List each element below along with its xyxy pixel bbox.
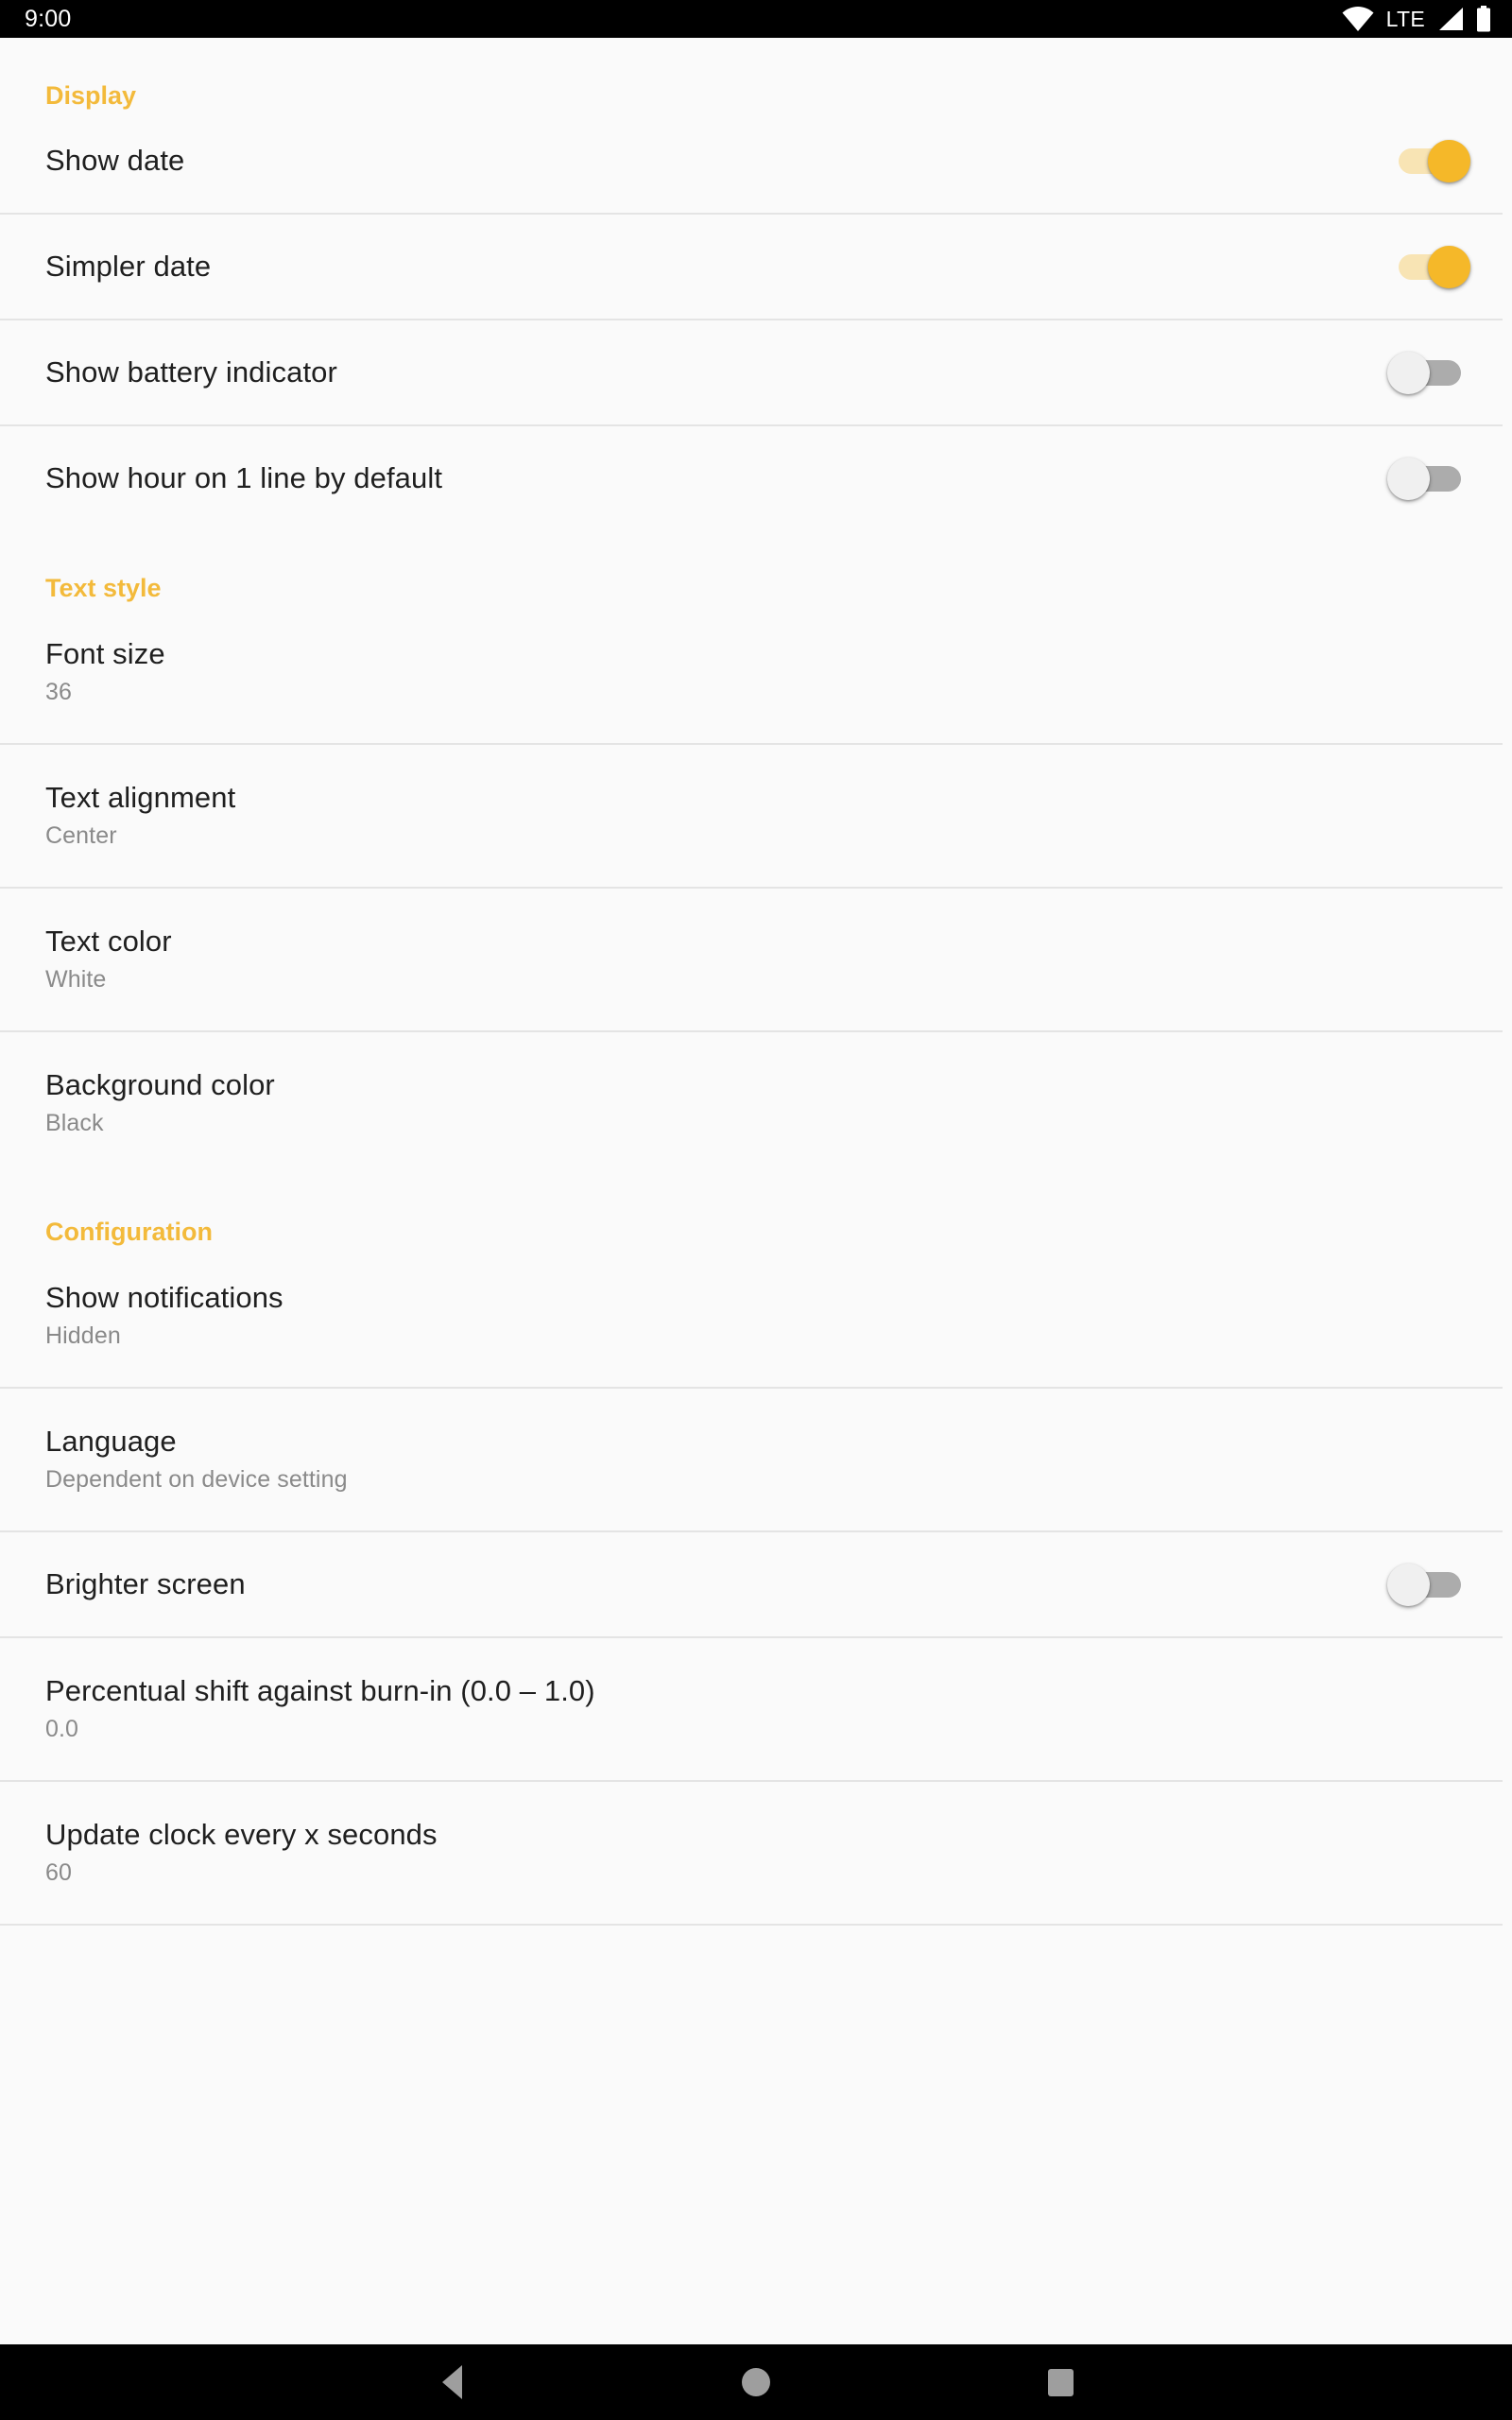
setting-row-text: Text alignment Center	[45, 782, 235, 849]
toggle-switch-show-date[interactable]	[1387, 134, 1470, 187]
setting-row-text: Simpler date	[45, 249, 212, 284]
status-bar-icons: LTE	[1342, 6, 1491, 32]
setting-row-show-date[interactable]: Show date	[0, 109, 1512, 213]
setting-summary: 60	[45, 1859, 73, 1887]
phone-screen: 9:00 LTE Display Show date Simpler date …	[0, 0, 1512, 2420]
toggle-thumb	[1387, 458, 1430, 500]
setting-title: Brighter screen	[45, 1566, 246, 1600]
setting-summary: Black	[45, 1110, 104, 1137]
setting-row-background-color[interactable]: Background color Black	[0, 1032, 1512, 1174]
setting-row-text: Background color Black	[45, 1069, 275, 1136]
toggle-switch-show-hour-on-1-line-by-default[interactable]	[1387, 452, 1470, 505]
setting-row-update-clock-every-x-seconds[interactable]: Update clock every x seconds 60	[0, 1782, 1512, 1924]
setting-summary: Hidden	[45, 1322, 121, 1350]
lte-label: LTE	[1385, 6, 1425, 31]
setting-title: Update clock every x seconds	[45, 1818, 438, 1852]
nav-home-button[interactable]	[716, 2344, 796, 2420]
setting-row-text: Brighter screen	[45, 1566, 246, 1601]
toggle-thumb	[1387, 352, 1430, 394]
setting-summary: 0.0	[45, 1716, 79, 1743]
cellular-signal-icon	[1437, 7, 1464, 31]
setting-row-text: Show battery indicator	[45, 354, 337, 389]
setting-title: Show battery indicator	[45, 354, 337, 389]
setting-row-font-size[interactable]: Font size 36	[0, 601, 1512, 743]
toggle-switch-brighter-screen[interactable]	[1387, 1558, 1470, 1611]
setting-title: Language	[45, 1425, 177, 1459]
setting-title: Simpler date	[45, 249, 212, 283]
wifi-icon	[1342, 7, 1374, 31]
status-bar-clock: 9:00	[25, 5, 72, 32]
setting-title: Show notifications	[45, 1281, 284, 1315]
setting-row-text: Show date	[45, 143, 185, 178]
setting-title: Percentual shift against burn-in (0.0 – …	[45, 1674, 595, 1708]
status-bar: 9:00 LTE	[0, 0, 1512, 38]
toggle-switch-simpler-date[interactable]	[1387, 240, 1470, 293]
battery-icon	[1476, 6, 1491, 32]
setting-row-text: Font size 36	[45, 638, 165, 705]
setting-title: Font size	[45, 637, 165, 671]
toggle-thumb	[1428, 246, 1470, 288]
toggle-switch-show-battery-indicator[interactable]	[1387, 346, 1470, 399]
setting-row-language[interactable]: Language Dependent on device setting	[0, 1389, 1512, 1530]
setting-summary: 36	[45, 679, 73, 706]
setting-row-text: Text color White	[45, 925, 172, 993]
setting-row-text-color[interactable]: Text color White	[0, 889, 1512, 1030]
row-divider	[0, 1924, 1503, 1926]
setting-summary: Center	[45, 822, 117, 850]
setting-row-percentual-shift-against-burn-in-0-0-1-0[interactable]: Percentual shift against burn-in (0.0 – …	[0, 1638, 1512, 1780]
settings-list[interactable]: Display Show date Simpler date Show battery…	[0, 38, 1512, 2344]
setting-row-show-notifications[interactable]: Show notifications Hidden	[0, 1245, 1512, 1387]
home-circle-icon	[742, 2368, 770, 2396]
toggle-thumb	[1428, 140, 1470, 182]
setting-row-show-battery-indicator[interactable]: Show battery indicator	[0, 320, 1512, 424]
setting-row-brighter-screen[interactable]: Brighter screen	[0, 1532, 1512, 1636]
setting-row-text-alignment[interactable]: Text alignment Center	[0, 745, 1512, 887]
android-navigation-bar	[0, 2344, 1512, 2420]
setting-row-text: Show notifications Hidden	[45, 1282, 284, 1349]
setting-summary: Dependent on device setting	[45, 1466, 348, 1494]
setting-summary: White	[45, 966, 107, 994]
nav-recents-button[interactable]	[1021, 2344, 1100, 2420]
toggle-thumb	[1387, 1564, 1430, 1606]
setting-row-text: Show hour on 1 line by default	[45, 460, 443, 495]
recents-square-icon	[1047, 2368, 1074, 2396]
section-header-display: Display	[45, 81, 137, 110]
back-triangle-icon	[441, 2365, 462, 2399]
setting-row-text: Language Dependent on device setting	[45, 1426, 348, 1493]
section-header-configuration: Configuration	[45, 1218, 213, 1246]
setting-title: Text alignment	[45, 781, 236, 815]
setting-row-simpler-date[interactable]: Simpler date	[0, 215, 1512, 319]
setting-title: Text color	[45, 925, 172, 959]
nav-back-button[interactable]	[412, 2344, 491, 2420]
setting-title: Background color	[45, 1068, 275, 1102]
section-header-text-style: Text style	[45, 574, 162, 602]
setting-title: Show date	[45, 143, 185, 177]
setting-row-text: Update clock every x seconds 60	[45, 1819, 438, 1886]
setting-row-text: Percentual shift against burn-in (0.0 – …	[45, 1675, 595, 1742]
setting-title: Show hour on 1 line by default	[45, 460, 443, 494]
setting-row-show-hour-on-1-line-by-default[interactable]: Show hour on 1 line by default	[0, 426, 1512, 530]
